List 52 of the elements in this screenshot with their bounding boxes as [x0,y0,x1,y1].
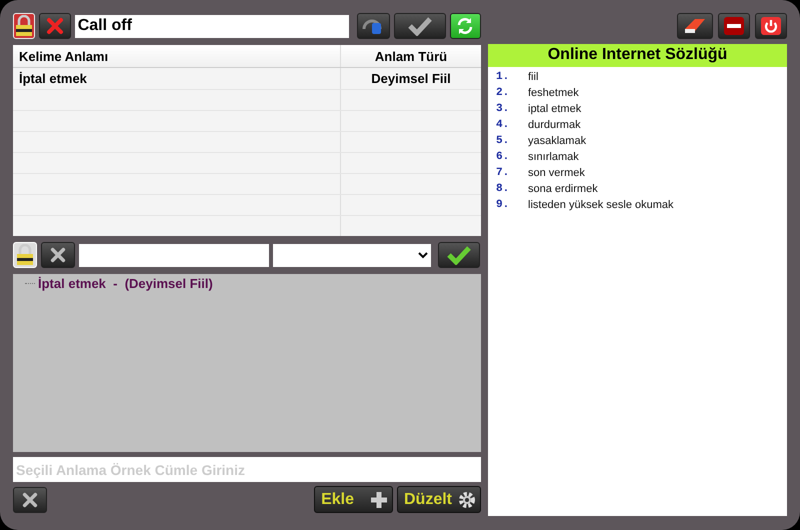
close-icon [50,247,66,263]
check-icon [406,16,433,36]
entry-number: 9. [496,199,510,211]
result-item[interactable]: sınırlamak [528,151,579,163]
pronounce-button[interactable] [356,13,390,39]
entry-number: 7. [496,167,510,179]
table-cell: Deyimsel Fiil [340,68,481,90]
padlock-icon [14,15,34,37]
dictionary-title: Online Internet Sözlüğü [488,44,787,67]
clear-button[interactable] [39,13,71,39]
result-item[interactable]: feshetmek [528,87,579,99]
result-item[interactable]: iptal etmek [528,103,582,115]
column-header[interactable]: Kelime Anlamı [13,45,340,68]
power-icon [760,16,782,36]
meaning-field[interactable] [79,244,269,266]
entry-number: 2. [496,87,510,99]
result-item[interactable]: fiil [528,71,538,83]
result-item[interactable]: listeden yüksek sesle okumak [528,199,674,211]
result-item[interactable]: son vermek [528,167,585,179]
table-cell: İptal etmek [13,68,340,90]
gear-icon [458,490,476,508]
type-dropdown[interactable] [273,244,431,266]
eraser-button[interactable] [677,13,713,39]
entry-number: 3. [496,103,510,115]
add-button[interactable]: Ekle [314,486,393,513]
plus-icon [370,490,388,508]
entry-number: 1. [496,71,510,83]
close-icon [22,492,38,508]
lock-button[interactable] [13,13,36,39]
result-item[interactable]: yasaklamak [528,135,586,147]
column-header[interactable]: Anlam Türü [340,45,481,68]
entry-number: 8. [496,183,510,195]
edit-button[interactable]: Düzelt [397,486,481,513]
entry-number: 5. [496,135,510,147]
tree-item[interactable]: İptal etmek - (Deyimsel Fiil) [38,276,213,291]
eraser-icon [683,17,707,35]
save-button[interactable] [438,242,480,268]
check-icon [446,245,472,265]
result-item[interactable]: sona erdirmek [528,183,598,195]
entry-number: 4. [496,119,510,131]
entry-number: 6. [496,151,510,163]
delete-button[interactable] [13,486,47,512]
close-icon [46,17,64,35]
search-field[interactable]: Call off [74,14,349,38]
refresh-button[interactable] [450,13,481,39]
padlock-icon [15,244,35,266]
confirm-button[interactable] [394,13,446,39]
result-item[interactable]: durdurmak [528,119,581,131]
delete-button[interactable] [41,242,75,268]
minimize-button[interactable] [718,13,750,39]
power-button[interactable] [755,13,787,39]
minimize-icon [723,16,745,36]
